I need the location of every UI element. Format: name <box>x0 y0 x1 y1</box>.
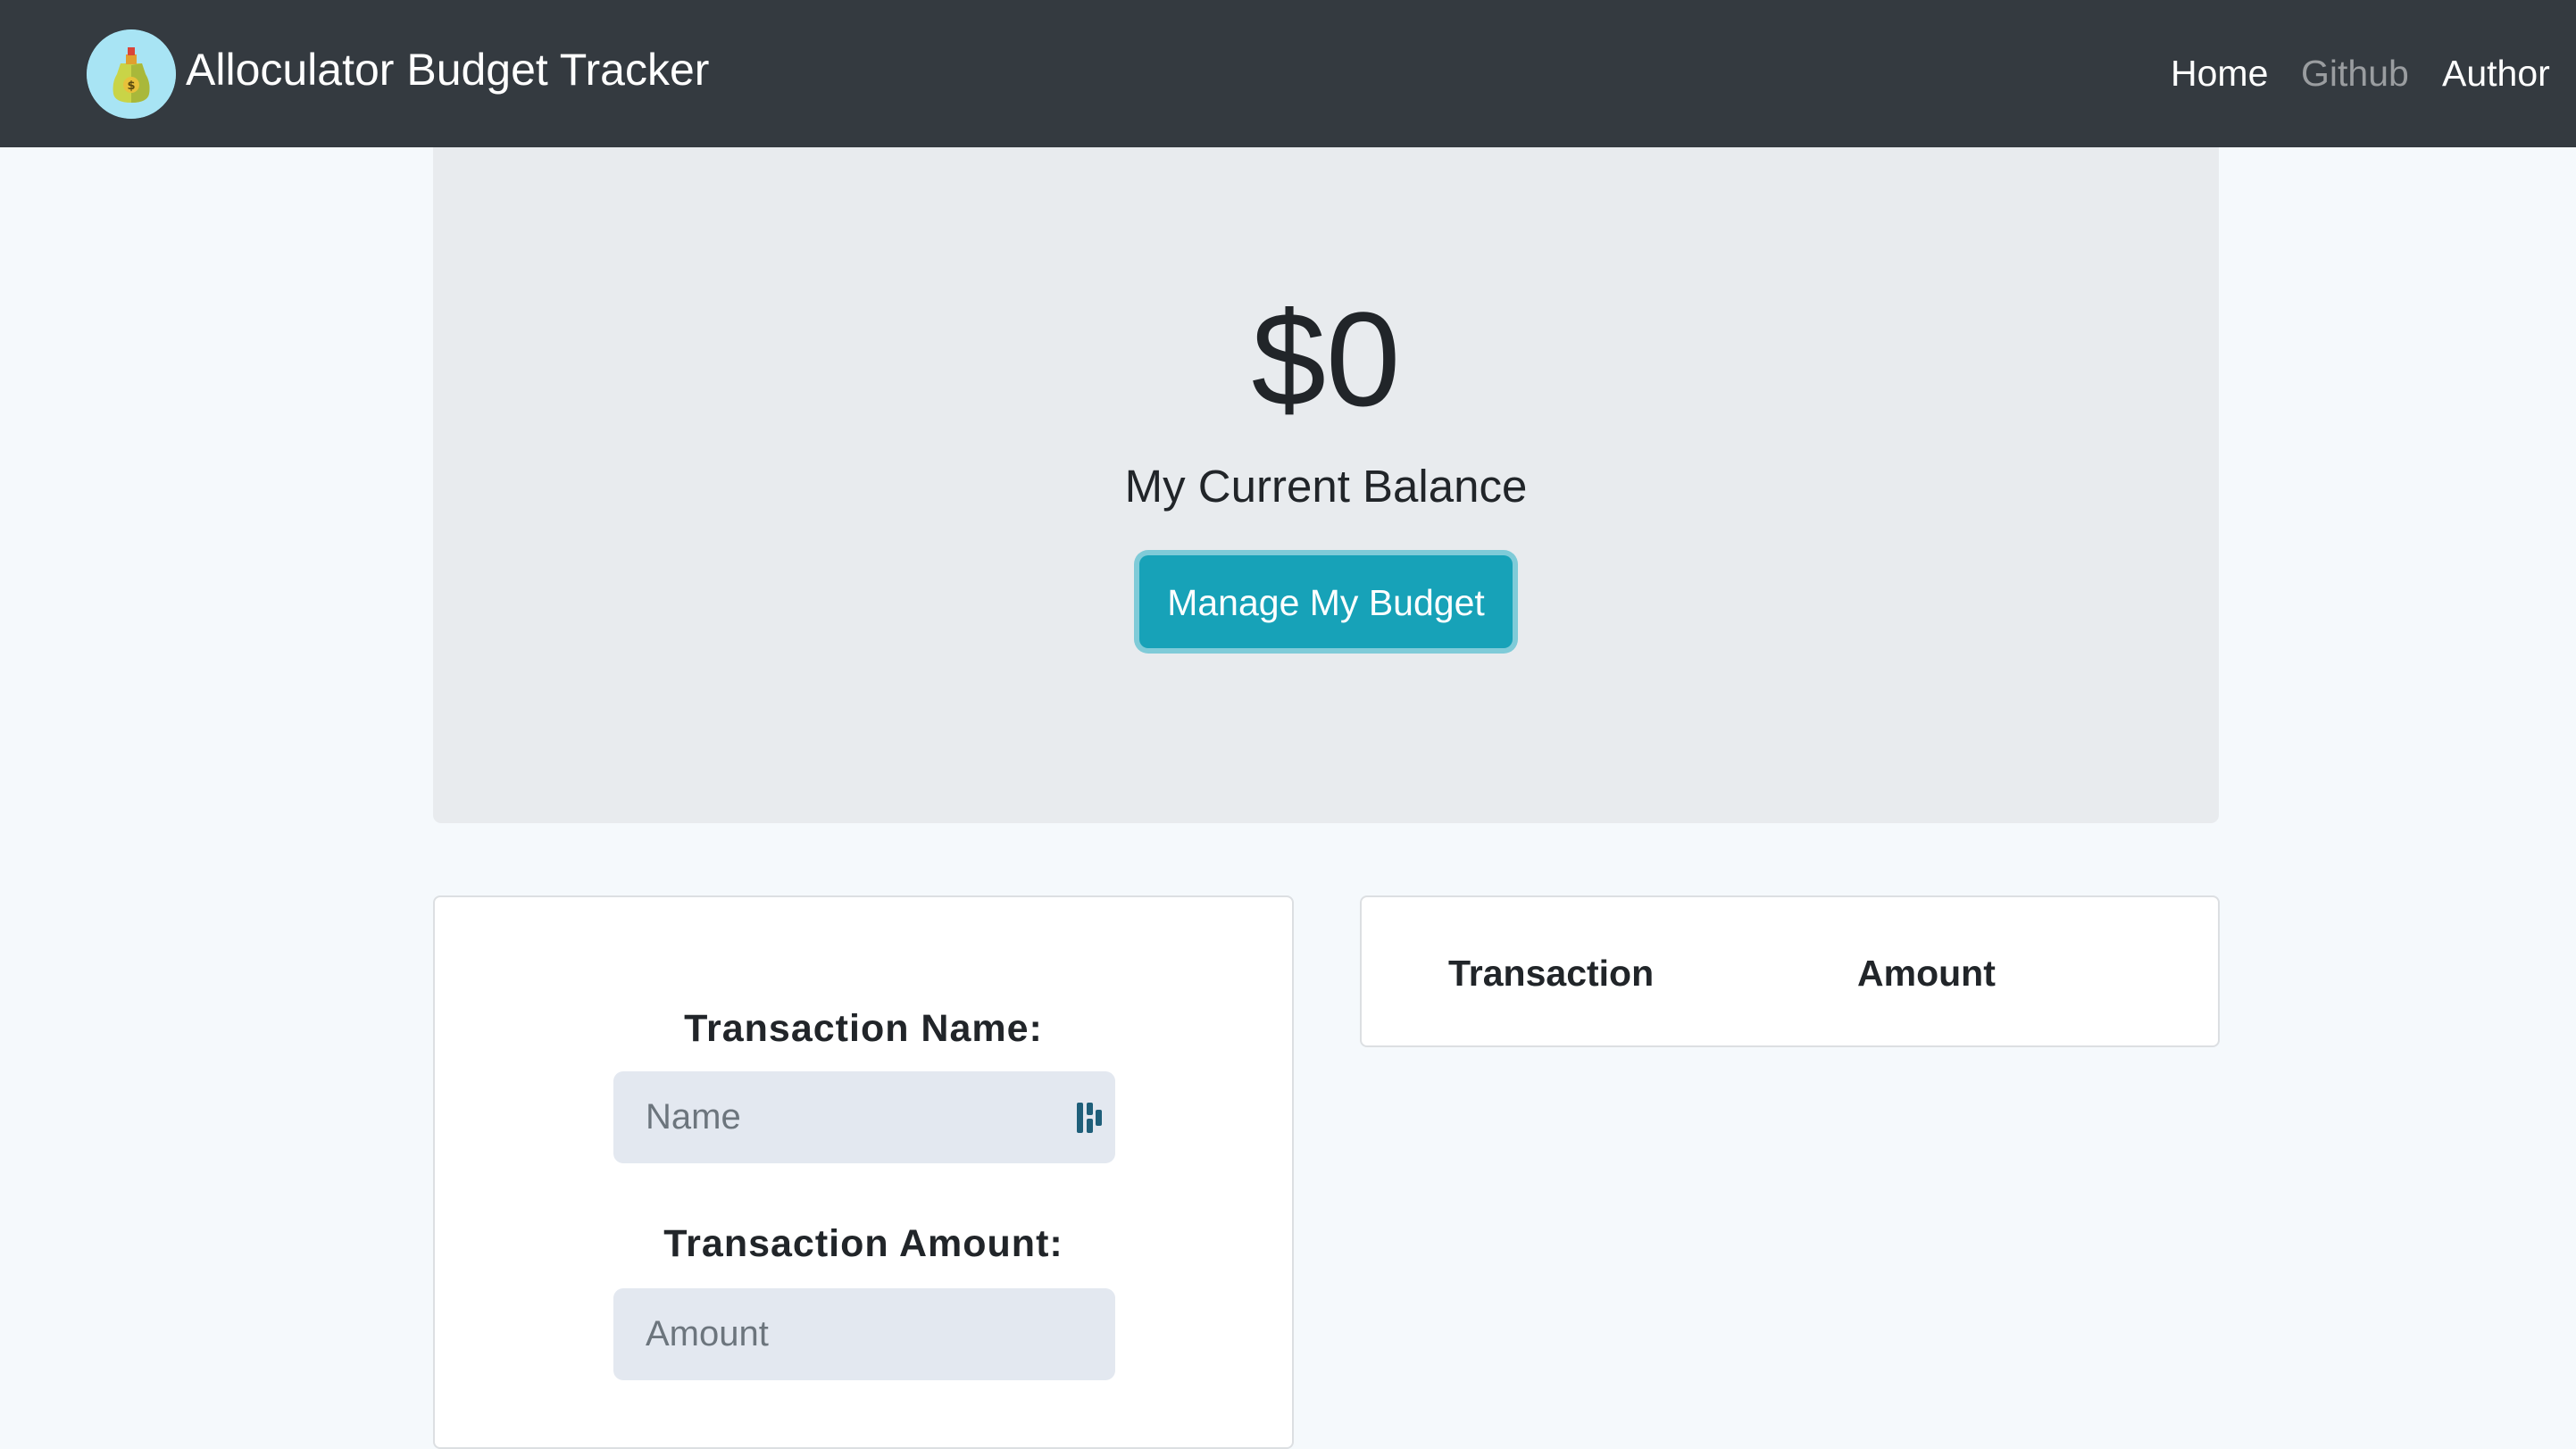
transaction-form-card: Transaction Name: Transaction Amount: <box>433 895 1294 1449</box>
password-manager-icon[interactable] <box>1076 1101 1103 1135</box>
transactions-table: Transaction Amount <box>1360 895 2220 1047</box>
nav-link-github[interactable]: Github <box>2301 50 2409 96</box>
transaction-amount-input[interactable] <box>613 1288 1115 1380</box>
navbar: $ Alloculator Budget Tracker Home Github… <box>0 0 2576 147</box>
transaction-name-input[interactable] <box>613 1071 1115 1163</box>
svg-text:$: $ <box>127 79 135 93</box>
brand-title[interactable]: Alloculator Budget Tracker <box>186 43 709 96</box>
transaction-name-label: Transaction Name: <box>684 1007 1043 1050</box>
balance-jumbotron: $0 My Current Balance Manage My Budget <box>433 147 2219 823</box>
current-balance-amount: $0 <box>1251 284 1401 434</box>
current-balance-label: My Current Balance <box>1124 461 1528 512</box>
column-header-amount: Amount <box>1857 953 1996 994</box>
nav-link-home[interactable]: Home <box>2171 50 2268 96</box>
nav-link-author[interactable]: Author <box>2442 50 2550 96</box>
money-bag-icon[interactable]: $ <box>87 29 176 119</box>
manage-budget-button[interactable]: Manage My Budget <box>1139 555 1513 648</box>
transaction-amount-label: Transaction Amount: <box>663 1222 1063 1265</box>
column-header-transaction: Transaction <box>1448 953 1655 994</box>
